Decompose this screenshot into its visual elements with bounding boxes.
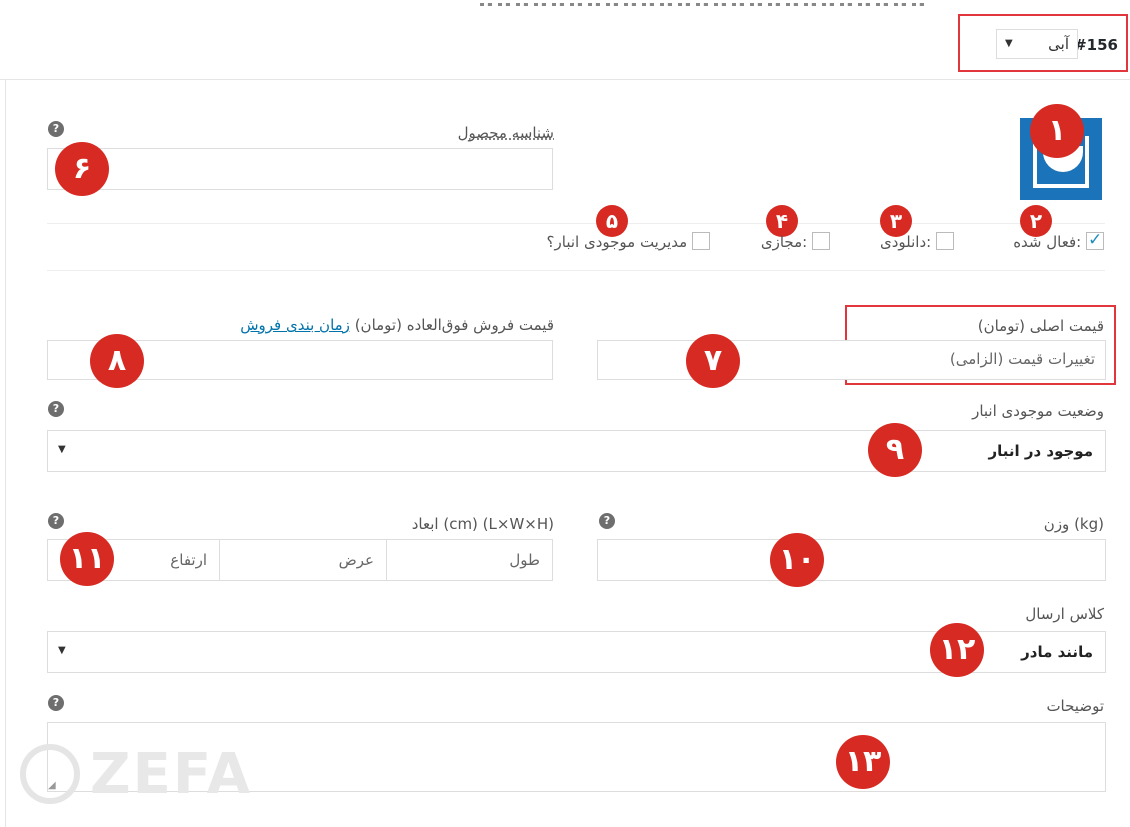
manage-stock-label: مدیریت موجودی انبار؟	[546, 233, 688, 251]
width-input[interactable]: عرض	[219, 539, 387, 581]
variation-header-highlight: #156 آبی ▼	[958, 14, 1128, 72]
width-placeholder: عرض	[338, 551, 374, 569]
badge-10: ۱۰	[770, 533, 824, 587]
divider	[47, 223, 1105, 224]
badge-8: ۸	[90, 334, 144, 388]
shipping-class-label: کلاس ارسال	[1025, 605, 1104, 623]
help-icon[interactable]: ?	[599, 513, 615, 529]
chevron-down-icon: ▼	[58, 645, 66, 656]
regular-price-label: قیمت اصلی (تومان)	[977, 317, 1104, 335]
enabled-label: فعال شده:	[1013, 233, 1082, 251]
downloadable-checkbox[interactable]	[936, 232, 954, 250]
height-placeholder: ارتفاع	[170, 551, 207, 569]
length-placeholder: طول	[509, 551, 540, 569]
cropped-text-row	[480, 0, 1000, 6]
variation-color-select[interactable]: آبی ▼	[996, 29, 1078, 59]
virtual-option[interactable]: مجازی:	[761, 232, 830, 251]
watermark-logo: ZEFA	[20, 740, 250, 810]
regular-price-input[interactable]: تغییرات قیمت (الزامی)	[597, 340, 1106, 380]
globe-icon	[20, 744, 80, 804]
variation-id: #156	[1074, 36, 1118, 54]
enabled-checkbox[interactable]	[1086, 230, 1104, 250]
badge-12: ۱۲	[930, 623, 984, 677]
dimensions-label: ابعاد (cm) (L×W×H)	[411, 515, 554, 533]
description-label: توضیحات	[1046, 697, 1104, 715]
manage-stock-option[interactable]: مدیریت موجودی انبار؟	[547, 232, 710, 251]
enabled-option[interactable]: فعال شده:	[1013, 230, 1104, 251]
manage-stock-checkbox[interactable]	[692, 232, 710, 250]
regular-price-placeholder: تغییرات قیمت (الزامی)	[949, 350, 1095, 368]
schedule-sale-link[interactable]: زمان بندی فروش	[240, 316, 350, 334]
shipping-class-value: مانند مادر	[1021, 643, 1093, 661]
chevron-down-icon: ▼	[1005, 38, 1013, 49]
chevron-down-icon: ▼	[58, 444, 66, 455]
sale-price-label-row: قیمت فروش فوق‌العاده (تومان) زمان بندی ف…	[240, 316, 554, 334]
virtual-checkbox[interactable]	[812, 232, 830, 250]
sku-label: شناسه محصول	[457, 124, 554, 142]
stock-status-label: وضعیت موجودی انبار	[972, 402, 1104, 420]
variation-color-value: آبی	[1048, 35, 1069, 53]
downloadable-option[interactable]: دانلودی:	[880, 232, 954, 251]
divider	[47, 270, 1105, 271]
downloadable-label: دانلودی:	[879, 233, 932, 251]
help-icon[interactable]: ?	[48, 513, 64, 529]
weight-input[interactable]	[597, 539, 1106, 581]
badge-11: ۱۱	[60, 532, 114, 586]
stock-status-value: موجود در انبار	[988, 442, 1093, 460]
badge-13: ۱۳	[836, 735, 890, 789]
help-icon[interactable]: ?	[48, 121, 64, 137]
stock-status-select[interactable]: موجود در انبار ▼	[47, 430, 1106, 472]
badge-6: ۶	[55, 142, 109, 196]
badge-7: ۷	[686, 334, 740, 388]
watermark-text: ZEFA	[90, 742, 253, 807]
virtual-label: مجازی:	[760, 233, 808, 251]
badge-9: ۹	[868, 423, 922, 477]
sku-input[interactable]	[47, 148, 553, 190]
sale-price-label: قیمت فروش فوق‌العاده (تومان)	[354, 316, 554, 334]
length-input[interactable]: طول	[386, 539, 553, 581]
badge-1: ۱	[1030, 104, 1084, 158]
help-icon[interactable]: ?	[48, 401, 64, 417]
help-icon[interactable]: ?	[48, 695, 64, 711]
weight-label: وزن (kg)	[1043, 515, 1104, 533]
